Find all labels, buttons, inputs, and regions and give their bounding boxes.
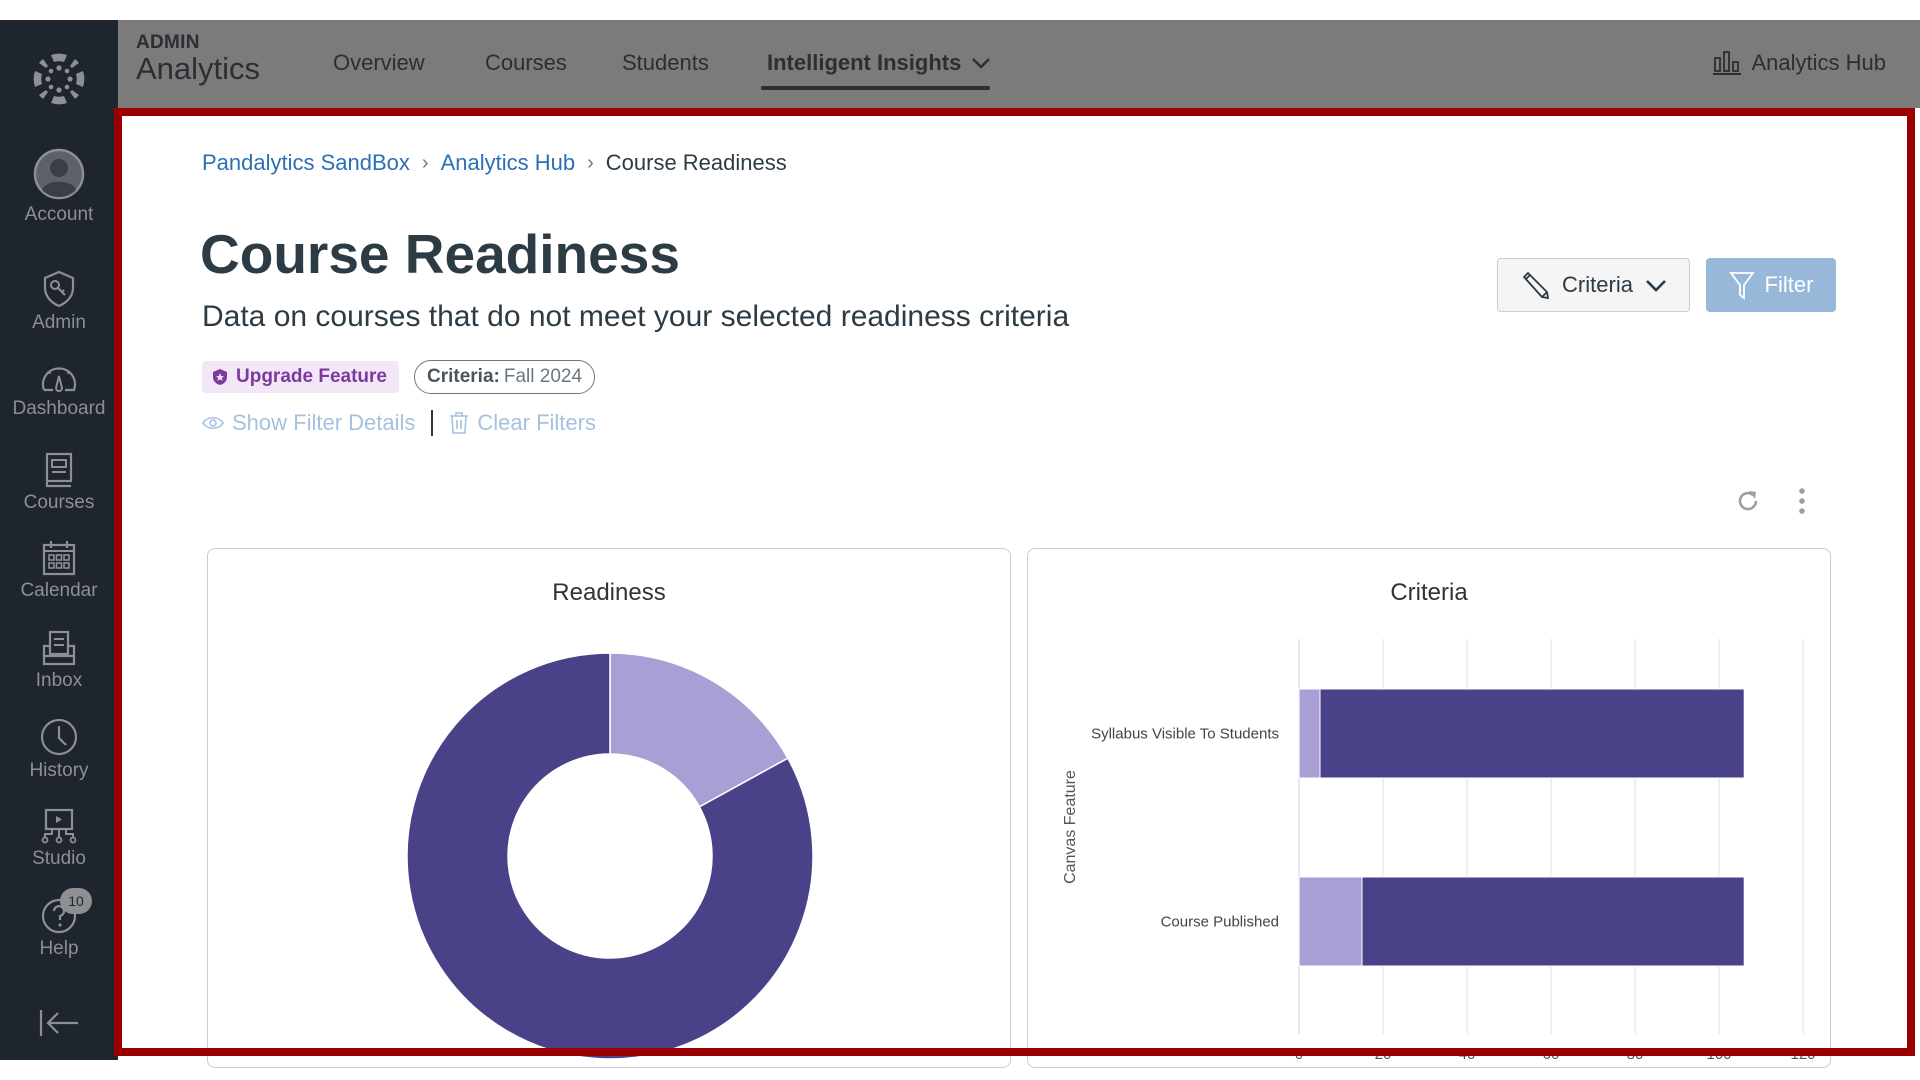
sidebar-label: Calendar [20,580,98,601]
criteria-button-label: Criteria [1562,272,1633,297]
dashboard-icon [41,367,77,392]
studio-icon [41,808,77,844]
refresh-icon[interactable] [1735,488,1761,514]
sidebar-item-admin[interactable]: Admin [0,270,118,334]
active-tab-indicator [761,86,990,90]
upgrade-feature-badge: Upgrade Feature [202,361,399,393]
x-tick-label: 120 [1790,1046,1815,1063]
link-divider [431,410,434,436]
collapse-nav-icon[interactable] [38,1008,80,1038]
sidebar-item-dashboard[interactable]: Dashboard [0,362,118,420]
sidebar-label: Studio [32,848,86,869]
sidebar-label: Admin [32,312,86,333]
eye-icon [202,416,224,430]
chevron-right-icon: › [421,151,429,174]
sidebar-label: Inbox [35,670,83,691]
filter-button[interactable]: Filter [1706,258,1836,312]
sidebar-item-studio[interactable]: Studio [0,808,118,870]
show-filter-details-link[interactable]: Show Filter Details [202,410,415,436]
inbox-icon [42,630,76,666]
top-navigation: ADMIN Analytics Overview Courses Student… [118,20,1920,108]
brand-admin-label: ADMIN [136,32,200,53]
criteria-bar-chart: 0 20 40 60 80 100 120 Syllabus Visible To Stude… [1062,639,1816,1063]
sidebar-item-history[interactable]: History [0,718,118,782]
readiness-chart-card: Readiness [207,548,1011,1068]
sidebar-label: Help [39,938,79,959]
sidebar-item-inbox[interactable]: Inbox [0,630,118,692]
more-options-icon[interactable] [1796,486,1808,516]
pencil-icon [1522,271,1550,300]
tab-courses[interactable]: Courses [485,50,567,76]
analytics-hub-link[interactable]: Analytics Hub [1713,50,1886,76]
canvas-logo-icon[interactable] [29,49,89,109]
help-notification-badge: 10 [60,888,92,914]
criteria-pill: Criteria: Fall 2024 [414,360,596,394]
criteria-pill-label: Criteria: [427,366,500,387]
history-icon [40,718,78,756]
bar-dark[interactable] [1361,876,1745,967]
chevron-down-icon [1646,280,1666,292]
x-tick-label: 100 [1706,1046,1731,1063]
clear-filters-label: Clear Filters [477,410,596,435]
tab-label: Intelligent Insights [767,50,962,75]
brand-analytics-label: Analytics [136,51,261,86]
upgrade-feature-label: Upgrade Feature [236,366,387,387]
x-tick-label: 0 [1295,1046,1303,1063]
page-title: Course Readiness [200,223,680,285]
bar-chart-icon [1713,51,1742,75]
chevron-down-icon [972,58,991,69]
show-filter-details-label: Show Filter Details [232,410,416,435]
sidebar-label: Courses [23,492,95,513]
sidebar-item-courses[interactable]: Courses [0,452,118,514]
analytics-hub-label: Analytics Hub [1751,50,1886,75]
y-category-label: Course Published [1161,914,1279,931]
account-icon [33,148,85,200]
criteria-dropdown-button[interactable]: Criteria [1497,258,1690,312]
global-nav-sidebar: Account Admin Dashboard Courses Calendar… [0,20,118,1060]
readiness-donut-chart [406,652,814,1060]
shield-star-icon [213,369,227,385]
criteria-pill-value: Fall 2024 [503,366,583,387]
sidebar-label: Account [24,204,94,225]
admin-icon [43,270,75,308]
trash-icon [450,412,469,434]
x-tick-label: 20 [1375,1046,1392,1063]
app-brand: ADMIN Analytics [136,32,261,86]
sidebar-item-calendar[interactable]: Calendar [0,540,118,602]
sidebar-label: Dashboard [12,398,106,419]
sidebar-item-help[interactable]: 10 Help [0,888,118,960]
filter-links: Show Filter Details Clear Filters [202,410,596,436]
breadcrumb: Pandalytics SandBox › Analytics Hub › Co… [202,150,787,176]
tab-overview[interactable]: Overview [333,50,425,76]
criteria-chart-card: Criteria 0 20 40 60 80 100 120 Syllabus Visible… [1027,548,1831,1068]
x-tick-label: 40 [1459,1046,1476,1063]
breadcrumb-current: Course Readiness [605,150,787,175]
courses-icon [45,452,73,488]
chevron-right-icon: › [587,151,594,174]
y-category-label: Syllabus Visible To Students [1091,726,1279,743]
filter-funnel-icon [1728,272,1755,300]
sidebar-item-account[interactable]: Account [0,148,118,226]
tab-intelligent-insights[interactable]: Intelligent Insights [767,50,991,76]
sidebar-label: History [29,760,89,781]
bar-dark[interactable] [1319,688,1745,779]
calendar-icon [42,541,76,576]
x-tick-label: 60 [1543,1046,1560,1063]
filter-button-label: Filter [1764,272,1814,297]
bar-light[interactable] [1298,688,1321,779]
clear-filters-link[interactable]: Clear Filters [449,410,596,436]
page-subtitle: Data on courses that do not meet your se… [202,300,1070,333]
y-axis-label: Canvas Feature [1062,770,1079,884]
breadcrumb-pandalytics-sandbox[interactable]: Pandalytics SandBox [202,150,410,176]
tab-students[interactable]: Students [622,50,709,76]
x-tick-label: 80 [1627,1046,1644,1063]
breadcrumb-analytics-hub[interactable]: Analytics Hub [441,150,576,176]
bar-light[interactable] [1298,876,1363,967]
